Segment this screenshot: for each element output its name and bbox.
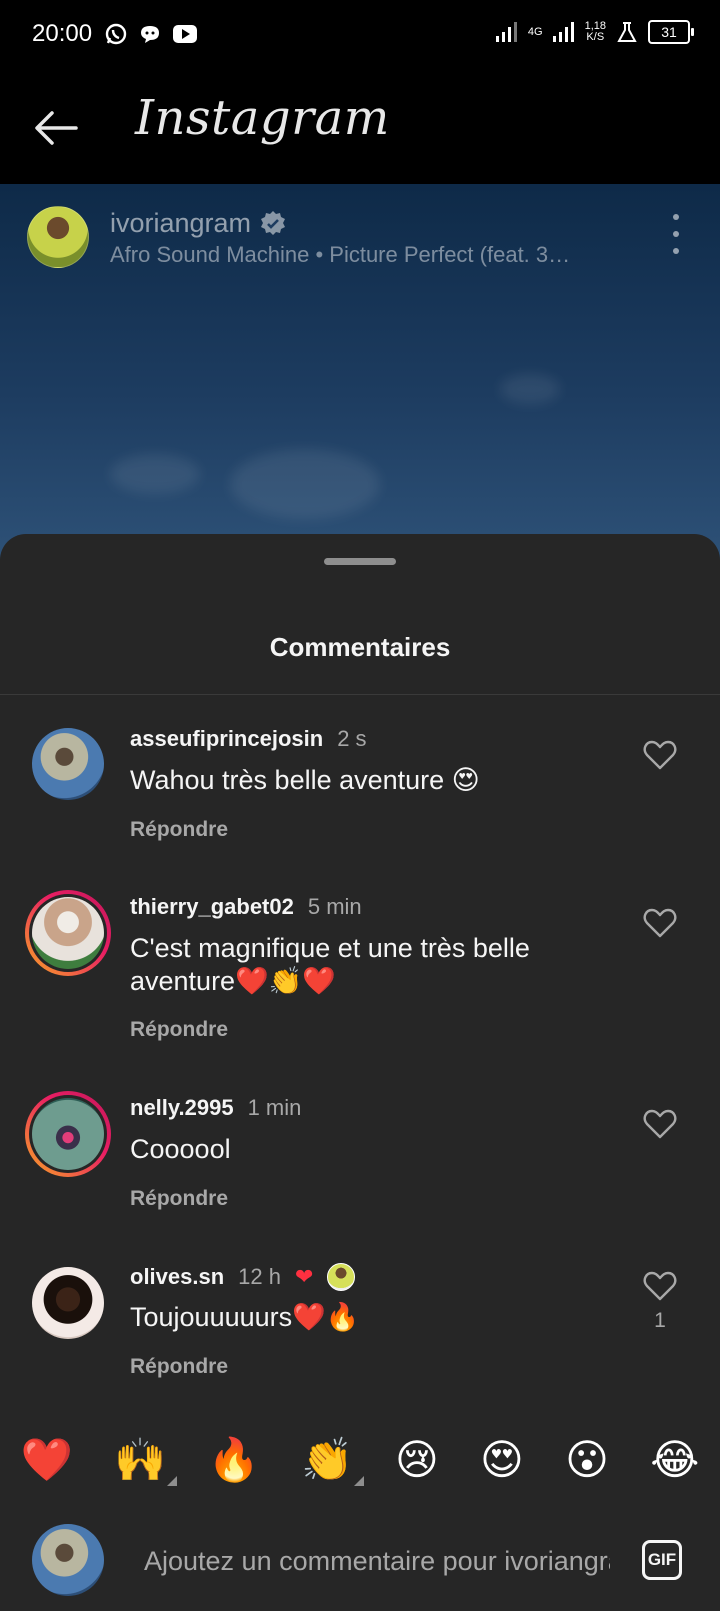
comment-time: 12 h	[238, 1264, 281, 1289]
comment-time: 1 min	[247, 1095, 302, 1120]
emoji-heart-eyes[interactable]: 😍	[480, 1430, 524, 1490]
app-header: Instagram	[0, 72, 720, 184]
notification-icons	[104, 22, 198, 46]
emoji-surprised[interactable]: 😮	[565, 1430, 609, 1490]
emoji-reaction-bar: ❤️ 🙌 🔥 👏 😢 😍 😮 😂	[0, 1430, 720, 1490]
heart-outline-icon[interactable]	[643, 1271, 677, 1301]
post-audio-info[interactable]: Afro Sound Machine • Picture Perfect (fe…	[110, 242, 570, 268]
liked-by-author-heart-icon: ❤	[294, 1264, 314, 1289]
comment-text: Coooool	[130, 1134, 231, 1164]
whatsapp-icon	[105, 23, 127, 45]
comment-input-bar: GIF	[0, 1510, 720, 1611]
comment-meta: asseufiprincejosin 2 s	[130, 726, 367, 752]
comment-text: C'est magnifique et une très belle avent…	[130, 933, 530, 996]
heart-outline-icon[interactable]	[643, 1109, 677, 1139]
chat-bubble-icon	[141, 26, 159, 43]
reply-button[interactable]: Répondre	[130, 1187, 228, 1211]
emoji-heart[interactable]: ❤️	[21, 1430, 73, 1490]
lab-flask-icon	[617, 22, 637, 42]
reply-button[interactable]: Répondre	[130, 1018, 228, 1042]
gif-button[interactable]: GIF	[642, 1540, 682, 1580]
more-dot-icon	[673, 248, 679, 254]
comment-time: 2 s	[337, 726, 367, 751]
post-username-row[interactable]: ivoriangram	[110, 208, 287, 239]
sheet-title: Commentaires	[269, 632, 451, 662]
post-author-avatar[interactable]	[27, 206, 89, 268]
comment-meta: olives.sn 12 h ❤	[130, 1263, 356, 1291]
verified-badge-icon	[261, 210, 286, 235]
emoji-laughing[interactable]: 😂	[650, 1430, 699, 1490]
arrow-left-icon[interactable]	[30, 102, 82, 154]
comment-time: 5 min	[307, 894, 362, 919]
heart-outline-icon[interactable]	[643, 740, 677, 770]
reply-button[interactable]: Répondre	[130, 1355, 228, 1379]
commenter-avatar-story-ring[interactable]	[25, 890, 111, 976]
more-dot-icon	[673, 231, 679, 237]
status-bar: 20:00 4G 1,18 K/S 31	[0, 0, 720, 72]
network-type: 4G	[527, 25, 543, 38]
comment-text: Toujouuuuurs❤️🔥	[130, 1302, 360, 1332]
more-options-button[interactable]	[664, 214, 688, 254]
post-username[interactable]: ivoriangram	[110, 208, 251, 239]
drag-handle[interactable]	[324, 558, 396, 565]
comment-username[interactable]: asseufiprincejosin	[130, 726, 323, 752]
comment-username[interactable]: nelly.2995	[130, 1095, 234, 1121]
current-user-avatar	[32, 1524, 104, 1596]
reply-button[interactable]: Répondre	[130, 818, 228, 842]
battery-icon: 31	[648, 20, 694, 44]
network-speed: 1,18 K/S	[585, 21, 606, 43]
comment-input[interactable]	[142, 1538, 612, 1584]
comment-text: Wahou très belle aventure 😍	[130, 765, 480, 795]
emoji-clapping[interactable]: 👏	[301, 1430, 365, 1490]
post-header: ivoriangram Afro Sound Machine • Picture…	[0, 184, 720, 284]
network-speed-unit: K/S	[586, 31, 605, 43]
commenter-avatar[interactable]	[32, 1267, 104, 1339]
commenter-avatar[interactable]	[32, 728, 104, 800]
heart-outline-icon[interactable]	[643, 908, 677, 938]
emoji-raising-hands[interactable]: 🙌	[114, 1430, 177, 1490]
comment-username[interactable]: thierry_gabet02	[130, 894, 294, 920]
more-dot-icon	[673, 214, 679, 220]
signal-strength-icon	[495, 22, 517, 42]
instagram-logo: Instagram	[135, 90, 390, 146]
emoji-crying[interactable]: 😢	[395, 1430, 439, 1490]
like-count[interactable]: 1	[643, 1309, 677, 1333]
emoji-fire[interactable]: 🔥	[208, 1430, 260, 1490]
comment-username[interactable]: olives.sn	[130, 1264, 224, 1290]
youtube-icon	[173, 25, 197, 43]
system-icons: 4G 1,18 K/S 31	[495, 20, 694, 44]
comment-meta: thierry_gabet02 5 min	[130, 894, 362, 920]
commenter-avatar-story-ring[interactable]	[25, 1091, 111, 1177]
status-time: 20:00	[32, 20, 93, 47]
divider	[0, 694, 720, 695]
signal-strength-icon-2	[552, 22, 574, 42]
comment-meta: nelly.2995 1 min	[130, 1095, 301, 1121]
author-mini-avatar	[327, 1263, 356, 1291]
